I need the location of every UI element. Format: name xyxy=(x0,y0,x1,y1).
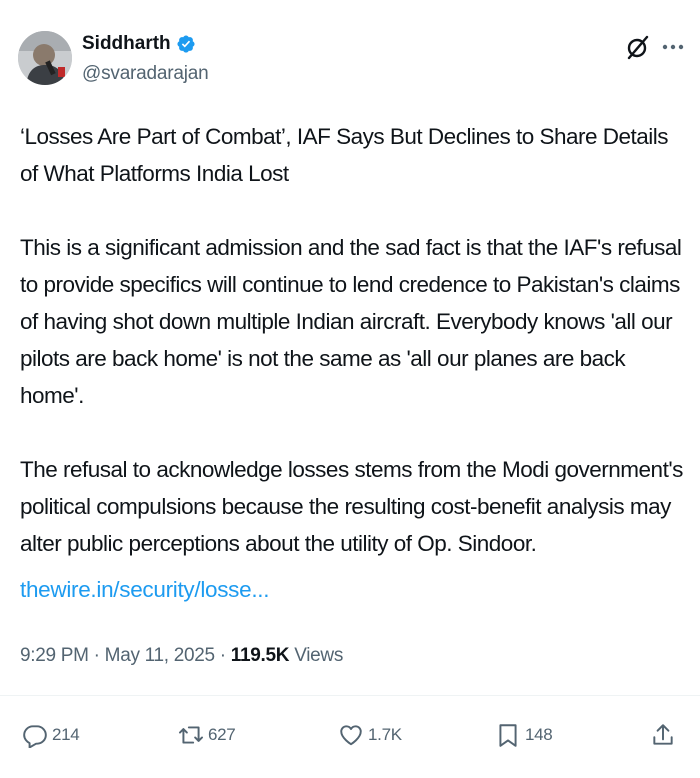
bookmark-icon xyxy=(499,724,517,747)
repost-icon xyxy=(178,726,204,744)
action-bar: 214 627 1.7K 148 xyxy=(0,722,700,762)
like-count: 1.7K xyxy=(368,725,402,744)
verified-badge-icon xyxy=(177,35,195,53)
author-name-row[interactable]: Siddharth xyxy=(82,33,196,55)
bookmark-button[interactable]: 148 xyxy=(495,722,553,748)
tweet-headline: ‘Losses Are Part of Combat’, IAF Says Bu… xyxy=(20,124,669,186)
views-count[interactable]: 119.5K xyxy=(231,645,290,666)
tweet-text: ‘Losses Are Part of Combat’, IAF Says Bu… xyxy=(20,118,685,599)
heart-icon xyxy=(340,725,362,746)
like-button[interactable]: 1.7K xyxy=(338,722,402,748)
article-link[interactable]: thewire.in/security/losse... xyxy=(20,577,270,603)
avatar[interactable] xyxy=(18,31,72,85)
meta-separator: · xyxy=(93,645,100,666)
reply-button[interactable]: 214 xyxy=(22,722,80,748)
more-icon[interactable] xyxy=(658,35,688,59)
tweet-time[interactable]: 9:29 PM xyxy=(20,645,89,666)
grok-icon[interactable] xyxy=(624,33,652,61)
meta-separator: · xyxy=(219,645,226,666)
avatar-photo xyxy=(18,31,72,85)
divider xyxy=(0,695,700,696)
author-name[interactable]: Siddharth xyxy=(82,33,171,55)
tweet-paragraph: The refusal to acknowledge losses stems … xyxy=(20,457,683,556)
share-button[interactable] xyxy=(650,722,676,748)
tweet-meta: 9:29 PM · May 11, 2025 · 119.5K Views xyxy=(20,645,343,667)
bookmark-count: 148 xyxy=(525,725,553,744)
repost-button[interactable]: 627 xyxy=(178,722,236,748)
reply-icon xyxy=(23,725,47,748)
tweet-paragraph: This is a significant admission and the … xyxy=(20,235,682,408)
tweet-date[interactable]: May 11, 2025 xyxy=(105,645,215,666)
repost-count: 627 xyxy=(208,725,236,744)
views-label: Views xyxy=(294,645,344,666)
share-icon xyxy=(653,724,673,745)
author-handle[interactable]: @svaradarajan xyxy=(82,63,209,85)
reply-count: 214 xyxy=(52,725,80,744)
